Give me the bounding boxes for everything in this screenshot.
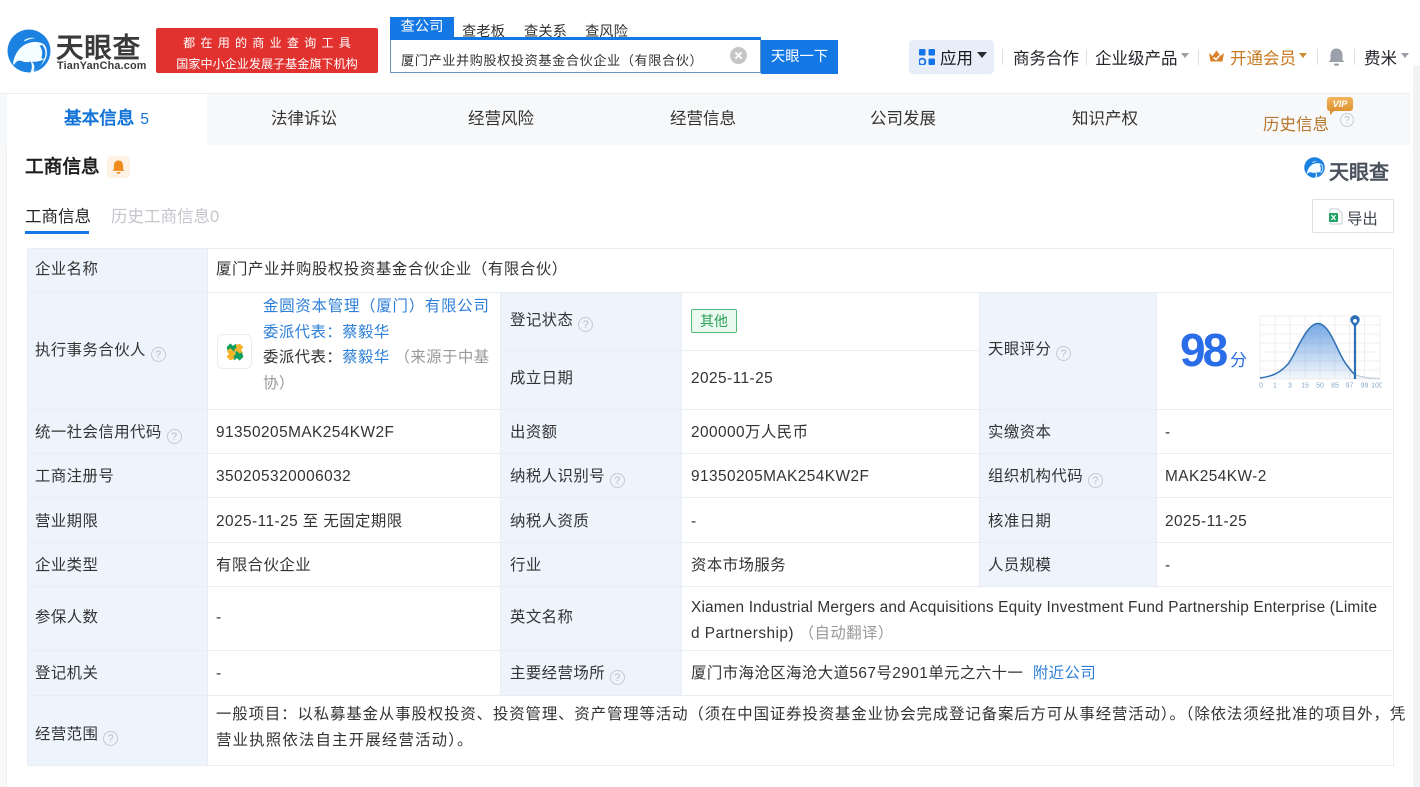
svg-text:100: 100 (1371, 383, 1382, 390)
svg-text:97: 97 (1346, 383, 1354, 390)
svg-text:85: 85 (1331, 383, 1339, 390)
svg-text:15: 15 (1301, 383, 1309, 390)
svg-text:50: 50 (1316, 383, 1324, 390)
svg-text:3: 3 (1288, 383, 1292, 390)
svg-text:1: 1 (1273, 383, 1277, 390)
svg-text:0: 0 (1259, 383, 1263, 390)
svg-text:99: 99 (1361, 383, 1369, 390)
